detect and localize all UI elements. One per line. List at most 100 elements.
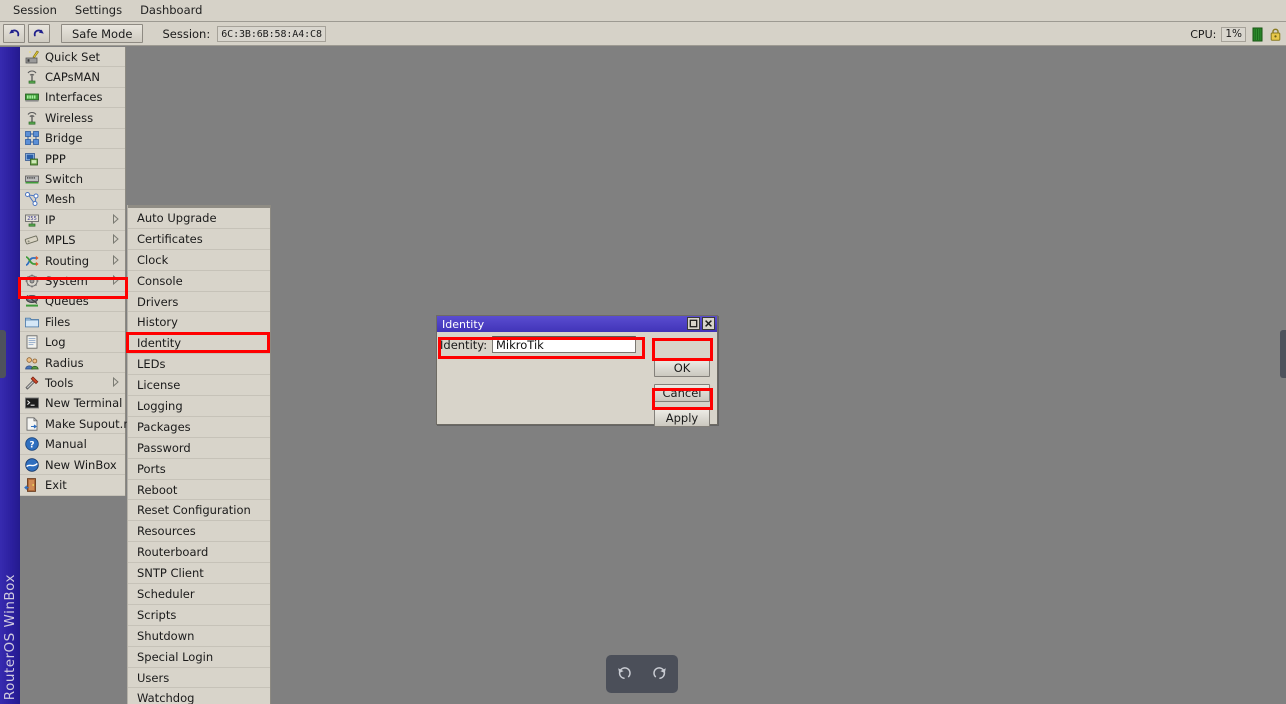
terminal-icon <box>24 395 40 411</box>
sidebar-item-label: MPLS <box>45 233 76 248</box>
sidebar-item-quick-set[interactable]: Quick Set <box>20 47 125 68</box>
sidebar-item-interfaces[interactable]: Interfaces <box>20 88 125 109</box>
tools-icon <box>24 375 40 391</box>
sidebar-item-new-terminal[interactable]: New Terminal <box>20 394 125 415</box>
submenu-item-scripts[interactable]: Scripts <box>128 605 270 626</box>
sidebar-item-system[interactable]: System <box>20 271 125 292</box>
sidebar-item-make-supout-rif[interactable]: Make Supout.rif <box>20 414 135 435</box>
main-menu-sidebar: Quick Set CAPsMAN Interfaces Wireless Bridge… <box>20 47 135 496</box>
sidebar-item-log[interactable]: Log <box>20 332 125 353</box>
lock-icon[interactable] <box>1269 27 1282 42</box>
sidebar-item-label: PPP <box>45 151 66 166</box>
navigation-overlay <box>606 655 678 693</box>
submenu-item-special-login[interactable]: Special Login <box>128 647 270 668</box>
undo-button[interactable] <box>3 24 25 43</box>
apply-button[interactable]: Apply <box>654 409 710 427</box>
sidebar-item-routing[interactable]: Routing <box>20 251 125 272</box>
scrollbar-handle-left[interactable] <box>0 330 6 378</box>
sidebar-item-bridge[interactable]: Bridge <box>20 129 125 149</box>
rotate-right-icon <box>651 664 669 685</box>
sidebar-item-tools[interactable]: Tools <box>20 373 125 394</box>
maximize-icon[interactable] <box>687 317 700 330</box>
submenu-item-routerboard[interactable]: Routerboard <box>128 542 270 564</box>
cancel-button[interactable]: Cancel <box>654 384 710 402</box>
scrollbar-handle-right[interactable] <box>1280 330 1286 378</box>
menubar-item-dashboard[interactable]: Dashboard <box>131 1 211 20</box>
sidebar-item-mpls[interactable]: MPLS <box>20 231 125 251</box>
sidebar-item-new-winbox[interactable]: New WinBox <box>20 455 125 476</box>
dialog-title: Identity <box>442 317 485 331</box>
sidebar-item-label: System <box>45 273 88 288</box>
rotate-right-button[interactable] <box>647 661 673 687</box>
submenu-item-packages[interactable]: Packages <box>128 417 270 438</box>
sidebar-item-mesh[interactable]: Mesh <box>20 190 125 211</box>
sidebar-item-capsman[interactable]: CAPsMAN <box>20 67 125 88</box>
submenu-item-history[interactable]: History <box>128 312 270 334</box>
submenu-item-users[interactable]: Users <box>128 668 270 689</box>
identity-input[interactable] <box>492 336 636 353</box>
system-submenu: Auto Upgrade Certificates Clock Console Driv… <box>127 205 271 704</box>
svg-text:?: ? <box>29 441 34 451</box>
submenu-item-label: Reset Configuration <box>137 503 251 518</box>
sidebar-item-switch[interactable]: Switch <box>20 169 125 190</box>
submenu-item-watchdog[interactable]: Watchdog <box>128 688 270 704</box>
submenu-item-label: Special Login <box>137 649 214 664</box>
submenu-item-auto-upgrade[interactable]: Auto Upgrade <box>128 208 270 229</box>
rotate-left-button[interactable] <box>611 661 637 687</box>
submenu-item-license[interactable]: License <box>128 375 270 397</box>
submenu-item-label: SNTP Client <box>137 566 204 581</box>
sidebar-item-radius[interactable]: Radius <box>20 353 125 374</box>
submenu-item-label: Scripts <box>137 607 177 622</box>
submenu-item-identity[interactable]: Identity <box>128 333 270 355</box>
sidebar-item-label: Make Supout.rif <box>45 416 136 431</box>
bridge-icon <box>24 130 40 146</box>
submenu-item-console[interactable]: Console <box>128 271 270 292</box>
submenu-item-password[interactable]: Password <box>128 438 270 459</box>
identity-dialog: Identity Identity: OK Cancel Apply <box>436 315 718 427</box>
sidebar-item-label: New WinBox <box>45 457 117 472</box>
redo-button[interactable] <box>28 24 50 43</box>
system-gear-icon <box>24 273 40 289</box>
sidebar-item-label: Switch <box>45 172 84 187</box>
sidebar-item-files[interactable]: Files <box>20 312 125 333</box>
undo-arrow-icon <box>7 27 21 41</box>
close-icon[interactable] <box>702 317 715 330</box>
sidebar-item-label: Tools <box>45 375 74 390</box>
submenu-item-resources[interactable]: Resources <box>128 521 270 543</box>
submenu-item-reboot[interactable]: Reboot <box>128 480 270 501</box>
sidebar-item-ip[interactable]: 255 IP <box>20 210 125 231</box>
svg-text:255: 255 <box>27 216 37 222</box>
submenu-item-reset-configuration[interactable]: Reset Configuration <box>128 500 270 522</box>
submenu-item-leds[interactable]: LEDs <box>128 354 270 376</box>
submenu-item-scheduler[interactable]: Scheduler <box>128 584 270 605</box>
dialog-titlebar[interactable]: Identity <box>437 316 717 332</box>
submenu-item-sntp-client[interactable]: SNTP Client <box>128 563 270 585</box>
ok-button[interactable]: OK <box>654 359 710 377</box>
submenu-item-label: Password <box>137 440 191 455</box>
safe-mode-button[interactable]: Safe Mode <box>61 24 144 43</box>
sidebar-item-label: Files <box>45 314 71 329</box>
sidebar-item-wireless[interactable]: Wireless <box>20 108 125 129</box>
sidebar-item-exit[interactable]: Exit <box>20 475 125 496</box>
sidebar-item-manual[interactable]: ? Manual <box>20 434 125 455</box>
submenu-item-shutdown[interactable]: Shutdown <box>128 626 270 647</box>
wireless-icon <box>24 110 40 126</box>
session-label: Session: <box>162 26 211 41</box>
sidebar-item-queues[interactable]: Queues <box>20 292 125 313</box>
submenu-item-ports[interactable]: Ports <box>128 459 270 480</box>
menubar-item-session[interactable]: Session <box>4 1 66 20</box>
submenu-item-label: Shutdown <box>137 628 195 643</box>
submenu-item-clock[interactable]: Clock <box>128 250 270 271</box>
submenu-item-certificates[interactable]: Certificates <box>128 229 270 250</box>
submenu-item-logging[interactable]: Logging <box>128 396 270 417</box>
submenu-item-drivers[interactable]: Drivers <box>128 292 270 313</box>
sidebar-item-label: Manual <box>45 437 87 452</box>
sidebar-item-label: Wireless <box>45 110 94 125</box>
sidebar-item-ppp[interactable]: PPP <box>20 149 125 170</box>
redo-arrow-icon <box>32 27 46 41</box>
menubar-item-settings[interactable]: Settings <box>66 1 131 20</box>
cpu-label: CPU: <box>1190 27 1217 41</box>
sidebar-item-label: New Terminal <box>45 396 123 411</box>
submenu-item-label: LEDs <box>137 357 166 372</box>
chevron-right-icon <box>112 274 120 288</box>
